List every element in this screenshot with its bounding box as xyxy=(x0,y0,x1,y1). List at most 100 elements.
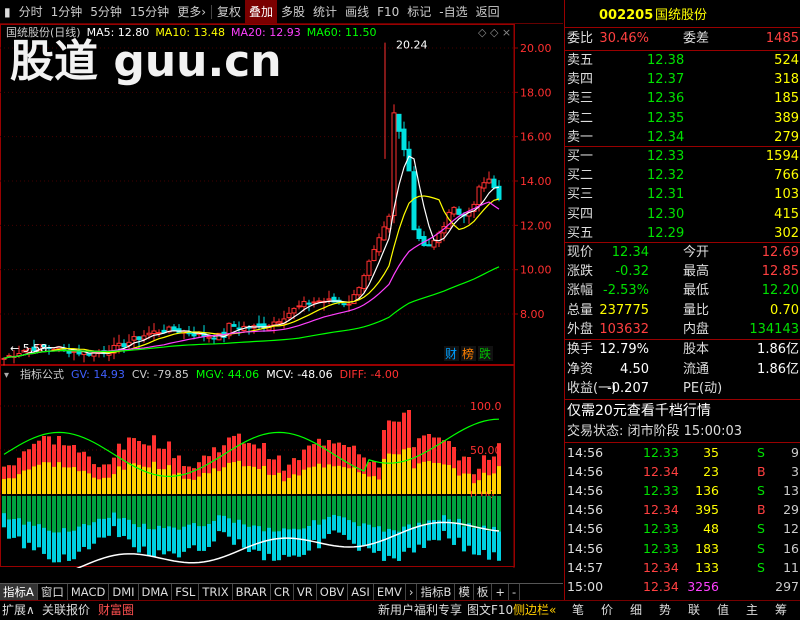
indicator-tab-6[interactable]: TRIX xyxy=(199,583,233,601)
quote-view-tab-3[interactable]: 势 xyxy=(659,601,671,620)
toolbar-item-10[interactable]: F10 xyxy=(373,0,403,24)
quote-view-tab-4[interactable]: 联 xyxy=(688,601,700,620)
bids-price: 12.29 xyxy=(647,225,685,241)
indicator-tab-1[interactable]: 窗口 xyxy=(38,583,68,601)
gv-bar-top xyxy=(32,443,36,467)
cv-bar-bottom xyxy=(137,527,141,553)
status-left-1[interactable]: 关联报价 xyxy=(42,601,90,620)
asks-row[interactable]: 卖三 12.36 185 xyxy=(565,89,800,108)
indicator-tab-16[interactable]: 板 xyxy=(474,583,493,601)
indicator-tab-3[interactable]: DMI xyxy=(109,583,139,601)
badge-1: 榜 xyxy=(462,346,474,361)
gv-bar-top xyxy=(47,436,51,463)
indicator-tab-7[interactable]: BRAR xyxy=(233,583,271,601)
toolbar-item-13[interactable]: 返回 xyxy=(472,0,504,24)
cv-bar-bottom xyxy=(407,524,411,548)
indicator-tab-18[interactable]: - xyxy=(509,583,521,601)
watermark-logo: 股道 guu.cn xyxy=(10,36,282,87)
promo-link[interactable]: 新用户福利专享 xyxy=(378,601,462,620)
panel-options-icon: ◇ ◇ × xyxy=(478,26,511,39)
gv-bar-top xyxy=(262,443,266,466)
indicator-axis-label: 50.00 xyxy=(470,444,502,457)
asks-row[interactable]: 卖二 12.35 389 xyxy=(565,109,800,128)
cv-bar-bottom xyxy=(177,529,181,558)
toolbar-item-0[interactable]: 分时 xyxy=(15,0,47,24)
bids-row[interactable]: 买一 12.33 1594 xyxy=(565,147,800,166)
gv-bar-top xyxy=(422,435,426,462)
price-axis-label: 18.00 xyxy=(520,86,552,99)
indicator-tab-5[interactable]: FSL xyxy=(172,583,200,601)
quote-view-tab-0[interactable]: 笔 xyxy=(572,601,584,620)
toolbar-item-8[interactable]: 统计 xyxy=(309,0,341,24)
bids-volume: 302 xyxy=(774,225,799,241)
gv-bar-top xyxy=(397,421,401,455)
indicator-tab-14[interactable]: 指标B xyxy=(417,583,456,601)
indicator-tab-12[interactable]: EMV xyxy=(374,583,406,601)
asks-row[interactable]: 卖一 12.34 279 xyxy=(565,128,800,147)
toolbar-item-12[interactable]: -自选 xyxy=(435,0,471,24)
quote-view-tab-6[interactable]: 主 xyxy=(746,601,758,620)
toolbar-item-1[interactable]: 1分钟 xyxy=(47,0,87,24)
cv-bar-bottom xyxy=(372,527,376,553)
gv-bar-top xyxy=(372,461,376,477)
cv-bar-bottom xyxy=(37,524,41,548)
asks-row[interactable]: 卖五 12.38 524 xyxy=(565,51,800,70)
bids-row[interactable]: 买五 12.29 302 xyxy=(565,224,800,243)
bids-row[interactable]: 买三 12.31 103 xyxy=(565,185,800,204)
indicator-tab-11[interactable]: ASI xyxy=(348,583,374,601)
gv-bar-top xyxy=(387,420,391,454)
status-left-0[interactable]: 扩展∧ xyxy=(2,601,35,620)
gv-bar-top xyxy=(317,438,321,464)
main-legend: 国统股份(日线) MA5: 12.80 MA10: 13.48 MA20: 12.93… xyxy=(6,25,376,39)
candle-body xyxy=(326,298,332,301)
indicator-tab-4[interactable]: DMA xyxy=(139,583,173,601)
indicator-tab-8[interactable]: CR xyxy=(271,583,294,601)
quote-view-tab-1[interactable]: 价 xyxy=(601,601,613,620)
cv-bar-bottom xyxy=(172,527,176,554)
quote-view-tab-2[interactable]: 细 xyxy=(630,601,642,620)
indicator-tab-13[interactable]: › xyxy=(406,583,418,601)
asks-volume: 524 xyxy=(774,53,799,68)
indicator-tab-2[interactable]: MACD xyxy=(68,583,110,601)
bids-volume: 415 xyxy=(774,206,799,222)
indicator-tab-0[interactable]: 指标A xyxy=(0,583,38,601)
collapse-icon: ▾ xyxy=(4,370,9,381)
cv-bar-bottom xyxy=(132,524,136,548)
bids-volume: 766 xyxy=(774,168,799,184)
indicator-tab-15[interactable]: 模 xyxy=(455,583,474,601)
cv-bar-bottom xyxy=(207,524,211,547)
toolbar-item-6[interactable]: 叠加 xyxy=(245,0,278,24)
quote-view-tab-7[interactable]: 筹 xyxy=(775,601,787,620)
bids-row[interactable]: 买二 12.32 766 xyxy=(565,166,800,185)
toolbar-item-11[interactable]: 标记 xyxy=(403,0,435,24)
toolbar-item-3[interactable]: 15分钟 xyxy=(126,0,173,24)
quote-view-tab-5[interactable]: 值 xyxy=(717,601,729,620)
indicator-tab-17[interactable]: + xyxy=(492,583,510,601)
indicator-tab-10[interactable]: OBV xyxy=(317,583,349,601)
cv-bar-bottom xyxy=(7,519,11,539)
gv-bar-top xyxy=(82,451,86,471)
sidebar-toggle[interactable]: 侧边栏« xyxy=(513,601,556,620)
f10-button[interactable]: 图文F10 xyxy=(467,601,513,620)
ma60-line xyxy=(3,266,500,359)
gv-bar-top xyxy=(347,447,351,469)
kline-chart[interactable]: 20.00 18.00 16.00 14.00 12.00 10.00 8.00 股道 guu… xyxy=(0,24,563,568)
toolbar-item-5[interactable]: 复权 xyxy=(213,0,245,24)
toolbar-menu-icon[interactable]: ▮ xyxy=(0,0,15,24)
status-left-2[interactable]: 财富圈 xyxy=(98,601,134,620)
toolbar-item-7[interactable]: 多股 xyxy=(277,0,309,24)
gv-bar-top xyxy=(247,443,251,467)
toolbar-item-2[interactable]: 5分钟 xyxy=(86,0,126,24)
gv-bar-top xyxy=(152,435,156,462)
asks-row[interactable]: 卖四 12.37 318 xyxy=(565,70,800,89)
toolbar-item-9[interactable]: 画线 xyxy=(341,0,373,24)
cv-bar-bottom xyxy=(197,526,201,551)
promo-banner[interactable]: 仅需20元查看千档行情 xyxy=(565,400,800,422)
bids-row[interactable]: 买四 12.30 415 xyxy=(565,205,800,224)
tick-row: 14:56 12.34 23 B 3 xyxy=(567,464,799,480)
toolbar-item-4[interactable]: 更多› xyxy=(173,0,210,24)
gv-bar-top xyxy=(37,440,41,465)
gv-bar-top xyxy=(492,456,496,474)
indicator-tab-9[interactable]: VR xyxy=(294,583,317,601)
gv-bar-top xyxy=(147,445,151,468)
